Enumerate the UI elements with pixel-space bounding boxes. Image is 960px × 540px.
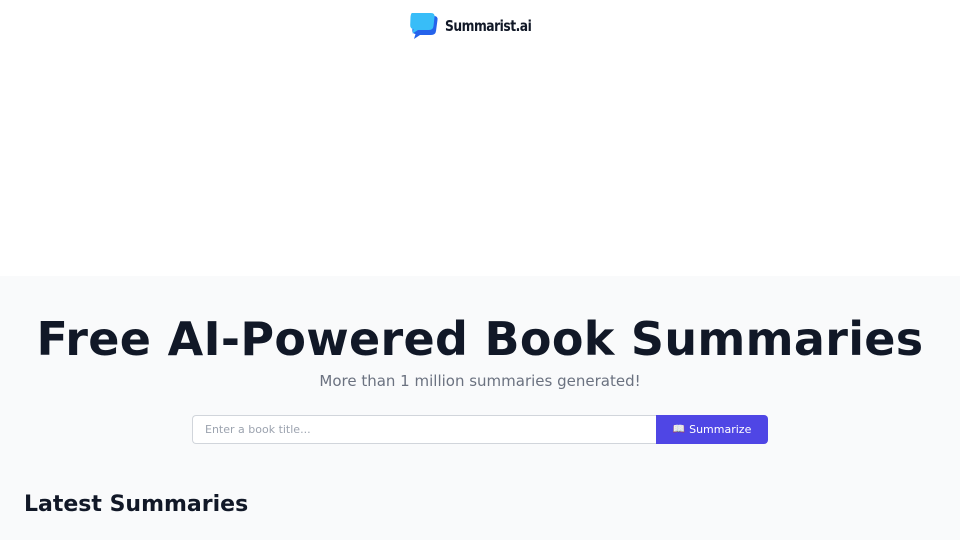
- open-book-icon: 📖: [672, 423, 686, 435]
- summarize-button-label: Summarize: [689, 423, 752, 436]
- latest-summaries-heading: Latest Summaries: [24, 492, 249, 517]
- chat-bubble-logo-icon: [410, 13, 438, 39]
- book-title-input[interactable]: [192, 415, 656, 444]
- page-title: Free AI-Powered Book Summaries: [36, 312, 924, 366]
- hero-subtitle: More than 1 million summaries generated!: [319, 372, 641, 390]
- summarize-form: 📖 Summarize: [192, 415, 768, 444]
- brand-logo-link[interactable]: Summarist.ai: [409, 12, 550, 40]
- brand-name: Summarist.ai: [445, 17, 532, 35]
- hero-section: Free AI-Powered Book Summaries More than…: [0, 276, 960, 540]
- blank-content-area: [0, 52, 960, 276]
- summarize-button[interactable]: 📖 Summarize: [656, 415, 768, 444]
- site-header: Summarist.ai: [0, 0, 960, 52]
